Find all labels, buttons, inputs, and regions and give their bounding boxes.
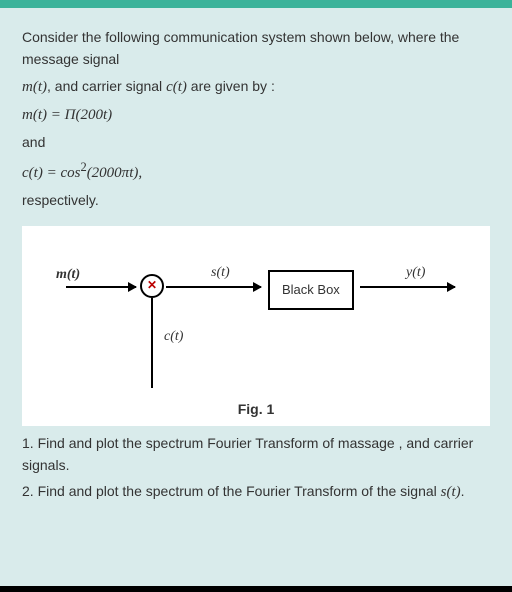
line-ct-to-mixer: [151, 298, 153, 388]
arrow-box-to-output: [360, 286, 455, 288]
figure-caption: Fig. 1: [36, 398, 476, 420]
arrow-mixer-to-box: [166, 286, 261, 288]
st-symbol: s(t): [441, 484, 461, 500]
black-box: Black Box: [268, 270, 354, 311]
question-2: 2. Find and plot the spectrum of the Fou…: [22, 480, 490, 504]
label-st: s(t): [211, 262, 230, 284]
and-text: and: [22, 131, 490, 153]
equation-mt: m(t) = Π(200t): [22, 103, 490, 127]
mt-symbol: m(t): [22, 79, 47, 95]
top-accent-bar: [0, 0, 512, 8]
bottom-black-bar: [0, 586, 512, 592]
respectively-text: respectively.: [22, 189, 490, 211]
problem-content: Consider the following communication sys…: [0, 8, 512, 504]
label-yt: y(t): [406, 262, 425, 284]
label-ct: c(t): [164, 326, 183, 348]
equation-ct: c(t) = cos2(2000πt),: [22, 157, 490, 185]
ct-symbol: c(t): [166, 79, 187, 95]
figure-container: m(t) ✕ c(t) s(t) Black Box y(t) Fig. 1: [22, 226, 490, 426]
intro-text-1: Consider the following communication sys…: [22, 26, 490, 71]
question-1: 1. Find and plot the spectrum Fourier Tr…: [22, 432, 490, 477]
block-diagram: m(t) ✕ c(t) s(t) Black Box y(t): [36, 244, 476, 394]
multiply-icon: ✕: [147, 276, 157, 295]
label-mt: m(t): [56, 264, 80, 286]
intro-text-2: m(t), and carrier signal c(t) are given …: [22, 75, 490, 99]
arrow-mt-to-mixer: [66, 286, 136, 288]
mixer-node: ✕: [140, 274, 164, 298]
